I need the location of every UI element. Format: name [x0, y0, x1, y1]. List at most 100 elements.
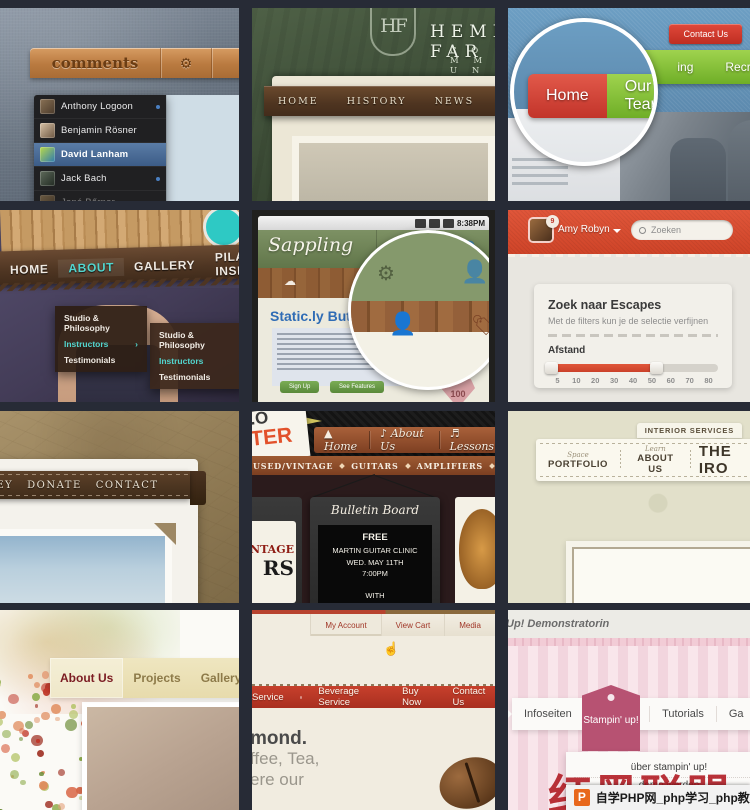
- gallery-tile-pilates-studio[interactable]: HOME ABOUT GALLERY PILATES INSPIRA Studi…: [0, 210, 239, 402]
- nav-item-buy-now[interactable]: Buy Now: [402, 686, 436, 708]
- submenu-item-testimonials[interactable]: Testimonials: [150, 369, 239, 385]
- comments-user-list: Anthony Logoon Benjamin Rösner David Lan…: [34, 95, 166, 201]
- nav-item-home[interactable]: HOME: [0, 260, 59, 280]
- nav-item-beverage-service[interactable]: Beverage Service: [318, 686, 386, 708]
- tab-media[interactable]: Media: [444, 614, 495, 636]
- nav-item-gallery[interactable]: Gallery: [191, 671, 239, 685]
- unread-dot: [156, 104, 160, 109]
- list-item[interactable]: Joné Bőrner: [34, 191, 166, 201]
- tick-label: 70: [685, 376, 694, 385]
- gallery-tile-guitar-shop[interactable]: .O TER ▲ Home ♪ About Us ♬ Lessons USED/…: [252, 411, 495, 603]
- nav-item-contact[interactable]: CONTACT: [96, 480, 159, 491]
- magnified-wood-toolbar: [351, 300, 489, 332]
- nav-item-recruitment[interactable]: Recruitment: [709, 50, 750, 84]
- nav-item-about[interactable]: ABOUT: [58, 257, 125, 278]
- gallery-tile-stampin-up[interactable]: Up! Demonstratorin Infoseiten Stampin Tu…: [508, 610, 750, 810]
- nav-item-service[interactable]: Service: [252, 692, 284, 703]
- mobile-status-bar: 8:38PM: [258, 216, 489, 230]
- nav-item-about-us[interactable]: ♪ About Us: [370, 427, 439, 453]
- confetti-dot: [0, 717, 3, 726]
- menu-item-testimonials[interactable]: Testimonials: [55, 352, 147, 368]
- subnav-item-amplifiers[interactable]: AMPLIFIERS: [417, 461, 483, 471]
- nav-item-about-us[interactable]: Learn ABOUT US: [621, 445, 690, 475]
- list-item-label: Benjamin Rösner: [61, 125, 137, 136]
- slider-handle-min[interactable]: [545, 362, 558, 374]
- confetti-dot: [41, 712, 50, 721]
- sign-up-button[interactable]: Sign Up: [280, 381, 320, 393]
- stitching-bottom: [0, 495, 190, 496]
- guitar-photo: [459, 509, 495, 589]
- nav-item-contact-us[interactable]: Contact Us: [453, 686, 495, 708]
- nav-item-our-team-zoomed[interactable]: Our Team: [606, 74, 654, 118]
- gallery-tile-comments-widget[interactable]: comments ⚙ Anthony Logoon Benjamin Rösne…: [0, 8, 239, 201]
- slider-handle-max[interactable]: [650, 362, 663, 374]
- nav-item-donate[interactable]: DONATE: [27, 480, 82, 491]
- main-nav: HOME HISTORY NEWS REAL ES: [264, 86, 495, 116]
- tick-label: 10: [572, 376, 581, 385]
- gallery-tile-escapes-search[interactable]: 9 Amy Robyn Zoeken Zoek naar Escapes Met…: [508, 210, 750, 402]
- search-input[interactable]: Zoeken: [631, 220, 733, 240]
- gear-icon[interactable]: ⚙: [161, 55, 211, 72]
- submenu-item-instructors[interactable]: Instructors: [150, 353, 239, 369]
- nav-item-home[interactable]: ▲ Home: [314, 427, 369, 453]
- nav-item-tutorials[interactable]: Tutorials: [650, 708, 716, 720]
- nav-item-infoseiten[interactable]: Infoseiten: [512, 708, 584, 720]
- gallery-tile-hemlock-farms[interactable]: HF HEMLOCK FAR C O M M U N I T Y HOME HI…: [252, 8, 495, 201]
- nav-item-about-us[interactable]: About Us: [50, 658, 124, 698]
- see-features-button[interactable]: See Features: [330, 381, 385, 393]
- 3g-icon: [414, 218, 426, 228]
- nav-item-training[interactable]: ing: [661, 50, 710, 84]
- chevron-down-icon[interactable]: [613, 229, 621, 233]
- menu-item-studio-philosophy[interactable]: Studio & Philosophy: [55, 310, 147, 336]
- gallery-tile-watercolor-portfolio[interactable]: About Us Projects Gallery: [0, 610, 239, 810]
- nav-item-galerie[interactable]: Ga: [717, 708, 750, 720]
- confetti-dot: [2, 729, 11, 739]
- confetti-dot: [25, 721, 34, 729]
- vintage-sign-line1: INTAGE: [252, 543, 294, 556]
- contact-us-button[interactable]: Contact Us: [669, 24, 742, 44]
- upload-icon[interactable]: ☁: [284, 274, 296, 288]
- nav-item-lessons[interactable]: ♬ Lessons: [440, 427, 495, 453]
- list-item[interactable]: Jack Bach: [34, 167, 166, 191]
- design-gallery-grid: comments ⚙ Anthony Logoon Benjamin Rösne…: [0, 0, 750, 810]
- services-tab[interactable]: INTERIOR SERVICES: [636, 423, 742, 438]
- distance-slider[interactable]: [545, 362, 718, 374]
- brand-title: THE IRO: [698, 443, 732, 477]
- gallery-tile-corporate-magnifier[interactable]: Contact Us Home Our Team ing Recruitment…: [508, 8, 750, 201]
- menu-item-label: Studio & Philosophy: [64, 313, 110, 333]
- gallery-tile-charity-map[interactable]: NEY DONATE CONTACT: [0, 411, 239, 603]
- site-watermark: P 自学PHP网_php学习_php教程: [566, 785, 750, 810]
- gallery-tile-coffee-service[interactable]: My Account View Cart Media ☝ Service Bev…: [252, 610, 495, 810]
- list-item[interactable]: Benjamin Rösner: [34, 119, 166, 143]
- nav-item-home-zoomed[interactable]: Home: [528, 74, 607, 118]
- subnav-item-used-vintage[interactable]: USED/VINTAGE: [253, 461, 333, 471]
- gallery-tile-interior-services[interactable]: INTERIOR SERVICES Space PORTFOLIO Learn …: [508, 411, 750, 603]
- list-item-label: David Lanham: [61, 149, 129, 160]
- tab-view-cart[interactable]: View Cart: [380, 614, 445, 636]
- tick-label: 60: [666, 376, 675, 385]
- nav-item-history[interactable]: HISTORY: [333, 96, 421, 107]
- list-item-selected[interactable]: David Lanham: [34, 143, 166, 167]
- list-item[interactable]: Anthony Logoon: [34, 95, 166, 119]
- nav-item-portfolio[interactable]: Space PORTFOLIO: [536, 451, 620, 470]
- nav-item-home[interactable]: HOME: [264, 96, 333, 107]
- nav-item-projects[interactable]: Projects: [123, 671, 190, 685]
- nav-item-news[interactable]: NEWS: [421, 96, 489, 107]
- submenu-item-studio-philosophy[interactable]: Studio & Philosophy: [150, 327, 239, 353]
- nav-item-stampin-up-active[interactable]: Stampin' up!: [582, 685, 640, 751]
- nav-item-pilates-inspiration[interactable]: PILATES INSPIRA: [205, 247, 239, 281]
- user-icon-toolbar-zoomed: 👤: [389, 311, 417, 336]
- subnav-item-guitars[interactable]: GUITARS: [351, 461, 398, 471]
- avatar: [40, 195, 55, 201]
- nav-item-gallery[interactable]: GALLERY: [124, 256, 206, 276]
- nav-item-money[interactable]: NEY: [0, 480, 13, 491]
- user-name[interactable]: Amy Robyn: [558, 224, 610, 235]
- confetti-dot: [31, 692, 40, 701]
- search-placeholder: Zoeken: [651, 225, 682, 235]
- menu-item-instructors[interactable]: Instructors ›: [55, 336, 147, 352]
- tick-label: 40: [628, 376, 638, 385]
- nav-item-real-estate[interactable]: REAL ES: [488, 90, 495, 112]
- tab-my-account[interactable]: My Account: [310, 614, 381, 636]
- gallery-tile-sappling-mobile[interactable]: Sappling ⚙ 👤 ☁ 👤 🏷 Static.ly Button Sign…: [252, 210, 495, 402]
- main-nav: About Us Projects Gallery: [50, 658, 239, 698]
